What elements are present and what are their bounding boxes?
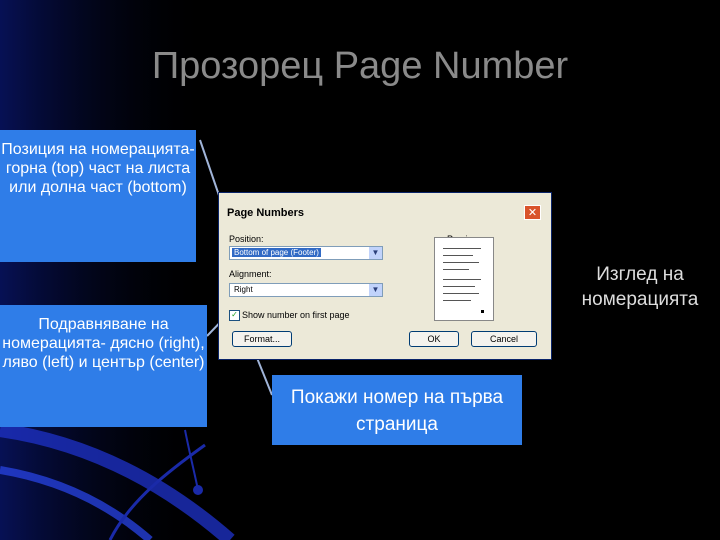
page-numbers-dialog: Page Numbers ✕ Position: Bottom of page … xyxy=(218,192,552,360)
position-label: Position: xyxy=(229,234,264,244)
chevron-down-icon[interactable]: ▼ xyxy=(369,284,382,296)
format-button[interactable]: Format... xyxy=(232,331,292,347)
slide-title: Прозорец Page Number xyxy=(151,45,569,87)
preview-page-number xyxy=(481,310,484,313)
cancel-button[interactable]: Cancel xyxy=(471,331,537,347)
callout-first-page: Покажи номер на първа страница xyxy=(272,375,522,445)
show-first-page-label[interactable]: Show number on first page xyxy=(242,310,350,320)
close-icon: ✕ xyxy=(527,207,538,219)
alignment-select[interactable]: Right ▼ xyxy=(229,283,383,297)
alignment-select-value: Right xyxy=(234,285,253,294)
alignment-label: Alignment: xyxy=(229,269,272,279)
position-select-value: Bottom of page (Footer) xyxy=(232,248,321,257)
close-button[interactable]: ✕ xyxy=(524,205,541,220)
dialog-title: Page Numbers xyxy=(227,207,305,219)
ok-button[interactable]: OK xyxy=(409,331,459,347)
preview-pane xyxy=(434,237,494,321)
callout-alignment: Подравняване на номерацията- дясно (righ… xyxy=(0,305,207,427)
label-preview: Изглед на номерацията xyxy=(581,264,699,310)
show-first-page-checkbox[interactable]: ✓ xyxy=(229,310,240,321)
callout-position: Позиция на номерацията- горна (top) част… xyxy=(0,130,196,262)
chevron-down-icon[interactable]: ▼ xyxy=(369,247,382,259)
position-select[interactable]: Bottom of page (Footer) ▼ xyxy=(229,246,383,260)
